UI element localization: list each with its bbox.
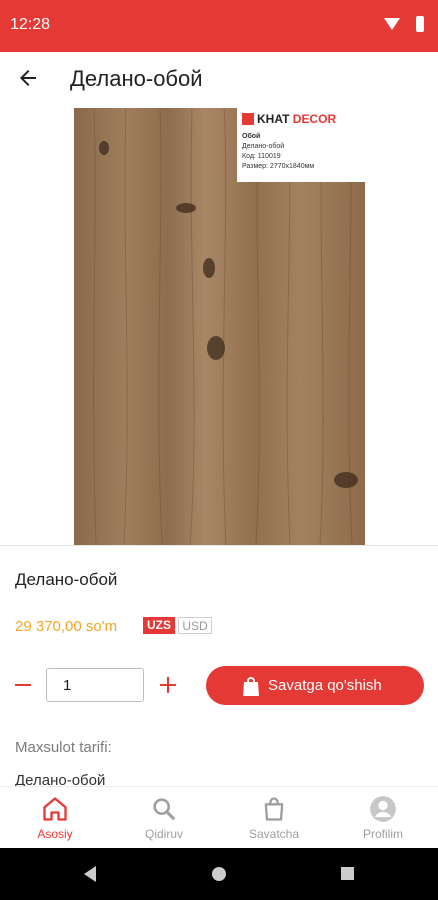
product-label-card: KHAT DECOR Обой Делано-обой Код: 110019 … — [237, 108, 365, 182]
page-title: Делано-обой — [70, 66, 203, 91]
nav-label-cart: Savatcha — [248, 827, 300, 841]
app-bar: Делано-обой — [0, 52, 438, 108]
nav-item-cart[interactable]: Savatcha — [229, 795, 319, 841]
label-name: Делано-обой — [242, 143, 285, 150]
brand-decor: DECOR — [292, 112, 337, 126]
account-icon — [370, 796, 396, 822]
nav-label-search: Qidiruv — [144, 827, 183, 841]
currency-uzs-toggle[interactable]: UZS — [143, 617, 175, 634]
currency-usd-toggle[interactable]: USD — [178, 617, 212, 634]
brand-khat: KHAT — [257, 112, 290, 126]
status-bar: 12:28 — [0, 0, 438, 52]
description-label: Maxsulot tarifi: — [15, 739, 112, 756]
add-to-cart-label: Savatga qo'shish — [268, 677, 382, 694]
quantity-input[interactable] — [46, 668, 144, 702]
shopping-bag-icon — [243, 677, 259, 696]
add-to-cart-button[interactable]: Savatga qo'shish — [206, 666, 424, 705]
system-nav-bar — [0, 848, 438, 900]
increase-quantity-button[interactable] — [160, 677, 176, 693]
nav-item-search[interactable]: Qidiruv — [119, 795, 209, 841]
label-code: Код: 110019 — [242, 153, 281, 160]
back-arrow-icon[interactable] — [16, 66, 40, 90]
battery-icon — [416, 16, 424, 32]
product-name: Делано-обой — [15, 570, 118, 589]
system-home-icon[interactable] — [212, 867, 226, 881]
divider — [0, 545, 438, 546]
system-recents-icon[interactable] — [341, 867, 354, 880]
shopping-bag-icon — [264, 797, 284, 821]
bottom-nav: Asosiy Qidiruv Savatcha Profilim — [0, 786, 438, 848]
brand-logo-icon — [242, 113, 254, 125]
product-image[interactable]: KHAT DECOR Обой Делано-обой Код: 110019 … — [74, 108, 365, 545]
nav-item-home[interactable]: Asosiy — [10, 795, 100, 841]
label-size: Размер: 2770x1840мм — [242, 163, 315, 170]
description-text: Делано-обой — [15, 772, 106, 786]
label-type: Обой — [242, 133, 261, 140]
nav-item-profile[interactable]: Profilim — [338, 795, 428, 841]
wifi-icon — [384, 18, 400, 30]
decrease-quantity-button[interactable] — [15, 684, 31, 686]
status-time: 12:28 — [10, 16, 51, 33]
home-icon — [43, 797, 67, 821]
nav-label-profile: Profilim — [362, 827, 403, 841]
product-price: 29 370,00 so'm — [15, 618, 118, 635]
nav-label-home: Asosiy — [37, 827, 73, 841]
system-back-icon[interactable] — [84, 866, 96, 882]
search-icon — [153, 798, 175, 820]
